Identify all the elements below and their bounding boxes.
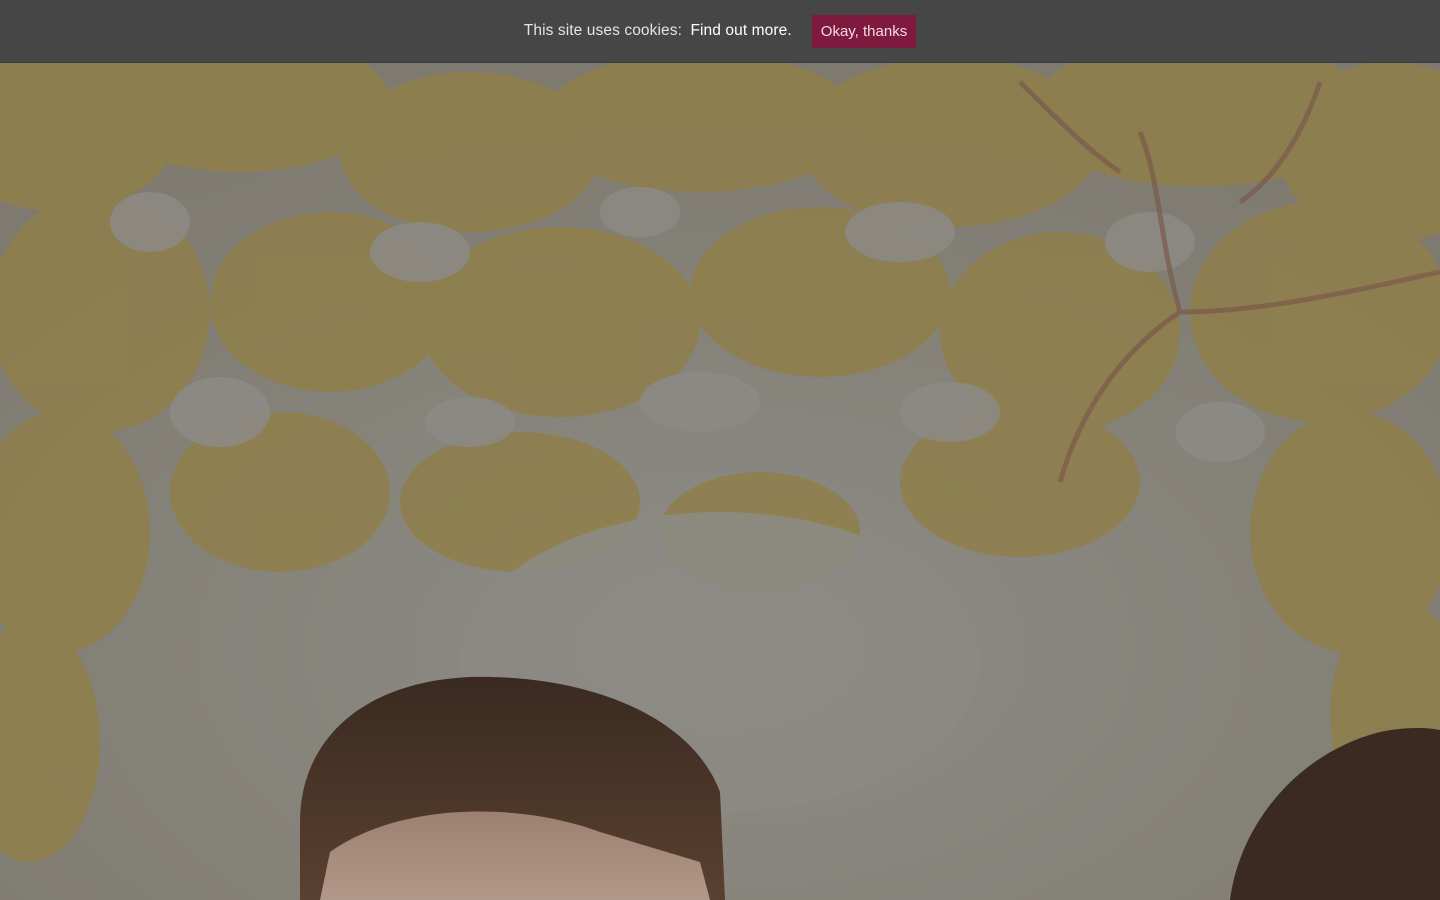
page: This site uses cookies: Find out more. O… — [0, 0, 1440, 900]
accept-cookies-button[interactable]: Okay, thanks — [811, 14, 917, 48]
cookie-message: This site uses cookies: Find out more. — [524, 22, 792, 40]
cookie-message-text: This site uses cookies: — [523, 22, 683, 39]
hero-image — [0, 62, 1440, 900]
cookie-info-link[interactable]: Find out more. — [690, 22, 791, 39]
cookie-consent-bar: This site uses cookies: Find out more. O… — [0, 0, 1440, 63]
hero-photo — [0, 62, 1440, 900]
